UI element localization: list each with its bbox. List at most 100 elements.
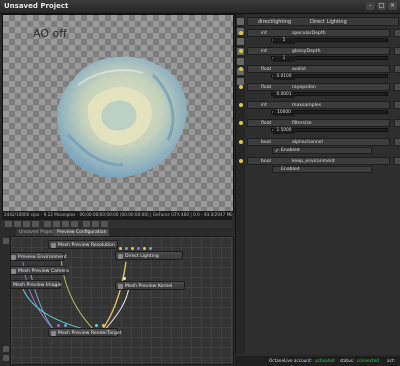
param-name: glossyDepth bbox=[292, 49, 321, 54]
region-render-icon[interactable] bbox=[92, 221, 99, 227]
param-name: aodist bbox=[292, 67, 307, 72]
edit-icon[interactable] bbox=[394, 65, 400, 73]
param-pin bbox=[239, 67, 243, 71]
param-row: float aodist 0.0100 bbox=[239, 65, 400, 82]
film-region-icon[interactable] bbox=[101, 221, 108, 227]
zoom-in-icon[interactable] bbox=[3, 346, 9, 352]
param-pin bbox=[239, 49, 243, 53]
param-pin bbox=[239, 85, 243, 89]
node-direct-lighting[interactable]: Direct Lighting bbox=[115, 251, 183, 260]
param-type: bool bbox=[261, 140, 271, 145]
input-pin[interactable] bbox=[149, 247, 152, 250]
param-value[interactable]: 1 bbox=[273, 56, 295, 62]
title-bar: Unsaved Project - □ × bbox=[0, 0, 400, 14]
param-row: int glossyDepth 1 bbox=[239, 47, 400, 64]
input-pin[interactable] bbox=[119, 247, 122, 250]
param-row: int maxsamples 10000 bbox=[239, 101, 400, 118]
param-value[interactable]: 10000 bbox=[273, 110, 295, 116]
pick-focus-icon[interactable] bbox=[53, 221, 60, 227]
edit-icon[interactable] bbox=[394, 29, 400, 37]
param-pin bbox=[239, 159, 243, 163]
input-pin[interactable] bbox=[131, 247, 134, 250]
input-pin[interactable] bbox=[102, 324, 105, 327]
param-row: bool alphachannel ✓ Enabled bbox=[239, 138, 400, 155]
edit-icon[interactable] bbox=[394, 47, 400, 55]
node-preview-environment[interactable]: Preview Environment bbox=[11, 252, 67, 261]
node-mesh-preview-imager[interactable]: Mesh Preview Imager bbox=[10, 280, 62, 289]
param-type-bar: int specularDepth bbox=[247, 29, 390, 37]
input-pin[interactable] bbox=[123, 277, 126, 280]
param-value[interactable]: 0.0100 bbox=[273, 74, 295, 80]
environment-icon[interactable] bbox=[237, 38, 244, 45]
edit-icon[interactable] bbox=[394, 119, 400, 127]
camera-icon[interactable] bbox=[5, 221, 12, 227]
param-type: float bbox=[261, 67, 272, 72]
maximize-button[interactable]: □ bbox=[377, 2, 386, 10]
act-label: act: bbox=[387, 358, 395, 363]
edit-icon[interactable] bbox=[394, 83, 400, 91]
node-mesh-preview-resolution[interactable]: Mesh Preview Resolution bbox=[48, 240, 118, 249]
node-label: Mesh Preview Kernel bbox=[125, 284, 173, 289]
zoom-out-icon[interactable] bbox=[3, 355, 9, 361]
pause-icon[interactable] bbox=[23, 221, 30, 227]
mesh-icon[interactable] bbox=[237, 78, 244, 85]
reset-icon[interactable] bbox=[14, 221, 21, 227]
node-icon bbox=[10, 283, 11, 288]
param-type-bar: int glossyDepth bbox=[247, 47, 390, 55]
status-label: status: bbox=[340, 358, 355, 363]
param-checkbox[interactable]: ✓ Enabled bbox=[272, 147, 372, 154]
input-pin[interactable] bbox=[143, 247, 146, 250]
param-type: float bbox=[261, 121, 272, 126]
node-graph[interactable]: Mesh Preview Resolution Preview Environm… bbox=[10, 236, 234, 365]
account-status: activated bbox=[315, 358, 335, 363]
node-mesh-preview-rendertarget[interactable]: Mesh Preview RenderTarget bbox=[48, 328, 121, 337]
render-viewport[interactable]: AO off bbox=[2, 14, 234, 212]
window-title: Unsaved Project bbox=[4, 2, 69, 10]
node-icon bbox=[51, 243, 56, 248]
edit-icon[interactable] bbox=[394, 138, 400, 146]
lock-icon[interactable] bbox=[44, 221, 51, 227]
node-kind-select[interactable]: Direct Lighting bbox=[310, 18, 347, 26]
param-type: int bbox=[261, 31, 267, 36]
inspector-header: directlighting Direct Lighting bbox=[247, 17, 399, 26]
account-label: OctaneLive account: bbox=[269, 358, 313, 363]
input-pin[interactable] bbox=[57, 324, 60, 327]
tab-unsaved-project[interactable]: Unsaved Project bbox=[16, 229, 59, 236]
edit-icon[interactable] bbox=[394, 157, 400, 165]
param-value[interactable]: 1.5000 bbox=[273, 128, 295, 134]
tab-preview-configuration[interactable]: Preview Configuration bbox=[54, 229, 110, 236]
param-name: rayepsilon bbox=[292, 85, 316, 90]
param-value[interactable]: 0.0001 bbox=[273, 92, 295, 98]
node-icon bbox=[118, 254, 123, 259]
stop-icon[interactable] bbox=[32, 221, 39, 227]
input-pin[interactable] bbox=[137, 247, 140, 250]
param-name: alphachannel bbox=[292, 140, 323, 145]
param-name: keep_environment bbox=[292, 159, 335, 164]
node-editor-sidebar bbox=[2, 236, 10, 364]
zoom-icon[interactable] bbox=[83, 221, 90, 227]
move-icon[interactable] bbox=[3, 238, 9, 244]
inspector-sidebar bbox=[236, 14, 245, 354]
pick-material-icon[interactable] bbox=[62, 221, 69, 227]
input-pin[interactable] bbox=[125, 247, 128, 250]
param-type-bar: bool keep_environment bbox=[247, 157, 390, 165]
input-pin[interactable] bbox=[64, 324, 67, 327]
input-pin[interactable] bbox=[95, 324, 98, 327]
node-mesh-preview-kernel[interactable]: Mesh Preview Kernel bbox=[115, 281, 185, 290]
param-checkbox[interactable]: Enabled bbox=[272, 166, 372, 173]
param-row: int specularDepth 5 bbox=[239, 29, 400, 46]
imager-icon[interactable] bbox=[237, 58, 244, 65]
param-row: bool keep_environment Enabled bbox=[239, 157, 400, 174]
render-status-line: 2442/10000 s/px - 9.22 Msamples - 00:00:… bbox=[2, 211, 232, 219]
node-kind: directlighting bbox=[258, 19, 292, 25]
node-icon bbox=[11, 269, 16, 274]
render-target-icon[interactable] bbox=[237, 18, 244, 25]
edit-icon[interactable] bbox=[394, 101, 400, 109]
node-label: Direct Lighting bbox=[125, 254, 159, 259]
pick-object-icon[interactable] bbox=[71, 221, 78, 227]
node-mesh-preview-camera[interactable]: Mesh Preview Camera bbox=[11, 266, 69, 275]
param-value[interactable]: 5 bbox=[273, 38, 295, 44]
minimize-button[interactable]: - bbox=[366, 2, 375, 10]
close-button[interactable]: × bbox=[388, 2, 397, 10]
node-label: Preview Environment bbox=[18, 255, 67, 260]
